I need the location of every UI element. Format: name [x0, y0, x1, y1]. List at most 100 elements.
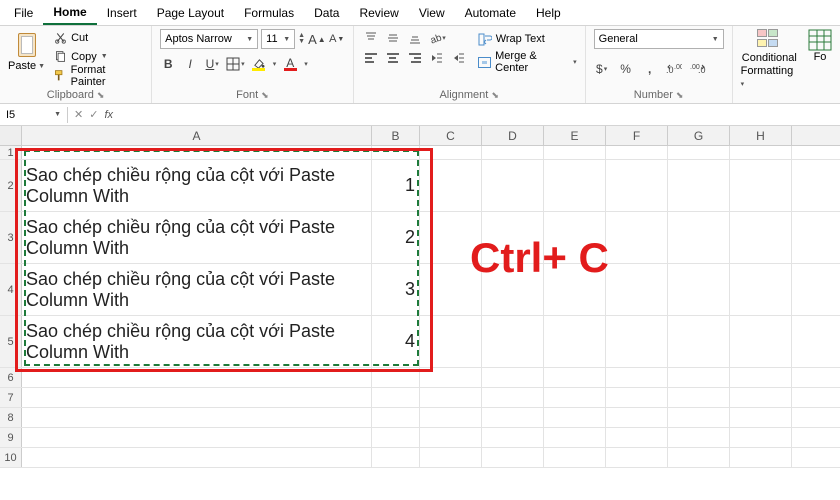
cell-A1[interactable] [22, 146, 372, 159]
cell-D5[interactable] [482, 316, 544, 367]
cell-A9[interactable] [22, 428, 372, 447]
cell-B7[interactable] [372, 388, 420, 407]
increase-decimal-button[interactable]: .0.00 [666, 60, 682, 78]
cell-H3[interactable] [730, 212, 792, 263]
cell-F5[interactable] [606, 316, 668, 367]
cell-H4[interactable] [730, 264, 792, 315]
cell-G5[interactable] [668, 316, 730, 367]
row-header-5[interactable]: 5 [0, 316, 22, 367]
col-header-F[interactable]: F [606, 126, 668, 145]
cell-H2[interactable] [730, 160, 792, 211]
dialog-launcher-icon[interactable]: ⬊ [676, 90, 684, 101]
align-bottom-button[interactable] [406, 29, 424, 47]
cell-G1[interactable] [668, 146, 730, 159]
cell-D9[interactable] [482, 428, 544, 447]
cell-B2[interactable]: 1 [372, 160, 420, 211]
increase-font-button[interactable]: A▲ [308, 30, 326, 48]
wrap-text-button[interactable]: Wrap Text [478, 29, 577, 49]
row-header-7[interactable]: 7 [0, 388, 22, 407]
underline-button[interactable]: U▾ [204, 55, 220, 73]
orientation-button[interactable]: ab▾ [428, 29, 446, 47]
italic-button[interactable]: I [182, 55, 198, 73]
font-name-combo[interactable]: Aptos Narrow▼ [160, 29, 258, 49]
cell-H5[interactable] [730, 316, 792, 367]
row-header-10[interactable]: 10 [0, 448, 22, 467]
cell-F3[interactable] [606, 212, 668, 263]
cell-A8[interactable] [22, 408, 372, 427]
row-header-2[interactable]: 2 [0, 160, 22, 211]
cell-H10[interactable] [730, 448, 792, 467]
cell-A7[interactable] [22, 388, 372, 407]
menu-page-layout[interactable]: Page Layout [147, 2, 234, 24]
cell-H6[interactable] [730, 368, 792, 387]
cell-H7[interactable] [730, 388, 792, 407]
cell-D7[interactable] [482, 388, 544, 407]
row-header-8[interactable]: 8 [0, 408, 22, 427]
row-header-9[interactable]: 9 [0, 428, 22, 447]
cell-E2[interactable] [544, 160, 606, 211]
menu-insert[interactable]: Insert [97, 2, 147, 24]
cell-E6[interactable] [544, 368, 606, 387]
cell-B3[interactable]: 2 [372, 212, 420, 263]
cancel-formula-icon[interactable]: ✕ [74, 108, 83, 121]
cell-E7[interactable] [544, 388, 606, 407]
dialog-launcher-icon[interactable]: ⬊ [261, 90, 269, 101]
cell-A4[interactable]: Sao chép chiều rộng của cột với Paste Co… [22, 264, 372, 315]
conditional-formatting-button[interactable]: Conditional Formatting ▾ [741, 29, 798, 91]
formula-input[interactable] [119, 105, 840, 125]
col-header-B[interactable]: B [372, 126, 420, 145]
cell-C8[interactable] [420, 408, 482, 427]
fx-icon[interactable]: fx [104, 109, 113, 121]
cell-B5[interactable]: 4 [372, 316, 420, 367]
cell-B4[interactable]: 3 [372, 264, 420, 315]
cell-E9[interactable] [544, 428, 606, 447]
row-header-3[interactable]: 3 [0, 212, 22, 263]
select-all-corner[interactable] [0, 126, 22, 145]
row-header-1[interactable]: 1 [0, 146, 22, 159]
cell-B10[interactable] [372, 448, 420, 467]
cell-G7[interactable] [668, 388, 730, 407]
cell-G6[interactable] [668, 368, 730, 387]
col-header-G[interactable]: G [668, 126, 730, 145]
menu-home[interactable]: Home [43, 1, 96, 25]
decrease-indent-button[interactable] [428, 49, 446, 67]
cell-G8[interactable] [668, 408, 730, 427]
align-right-button[interactable] [406, 49, 424, 67]
font-color-button[interactable]: A [282, 55, 298, 73]
percent-format-button[interactable]: % [618, 60, 634, 78]
col-header-E[interactable]: E [544, 126, 606, 145]
col-header-C[interactable]: C [420, 126, 482, 145]
borders-button[interactable]: ▾ [226, 55, 245, 73]
font-size-combo[interactable]: 11▼ [261, 29, 295, 49]
cell-G4[interactable] [668, 264, 730, 315]
decrease-decimal-button[interactable]: .00.0 [690, 60, 706, 78]
cell-B6[interactable] [372, 368, 420, 387]
cell-F4[interactable] [606, 264, 668, 315]
menu-file[interactable]: File [4, 2, 43, 24]
cell-F9[interactable] [606, 428, 668, 447]
cell-B1[interactable] [372, 146, 420, 159]
cell-H1[interactable] [730, 146, 792, 159]
cell-D8[interactable] [482, 408, 544, 427]
row-header-6[interactable]: 6 [0, 368, 22, 387]
cell-C9[interactable] [420, 428, 482, 447]
cell-D6[interactable] [482, 368, 544, 387]
cell-F8[interactable] [606, 408, 668, 427]
chevron-down-icon[interactable]: ▾ [304, 60, 308, 68]
cell-A2[interactable]: Sao chép chiều rộng của cột với Paste Co… [22, 160, 372, 211]
cell-A6[interactable] [22, 368, 372, 387]
copy-button[interactable]: Copy ▼ [51, 48, 143, 65]
menu-data[interactable]: Data [304, 2, 349, 24]
menu-formulas[interactable]: Formulas [234, 2, 304, 24]
cell-B8[interactable] [372, 408, 420, 427]
cell-C10[interactable] [420, 448, 482, 467]
comma-format-button[interactable]: , [642, 60, 658, 78]
cell-H8[interactable] [730, 408, 792, 427]
format-painter-button[interactable]: Format Painter [51, 67, 143, 84]
dialog-launcher-icon[interactable]: ⬊ [491, 90, 499, 101]
increase-indent-button[interactable] [450, 49, 468, 67]
chevron-down-icon[interactable]: ▾ [273, 60, 277, 68]
align-middle-button[interactable] [384, 29, 402, 47]
cell-C2[interactable] [420, 160, 482, 211]
align-top-button[interactable] [362, 29, 380, 47]
